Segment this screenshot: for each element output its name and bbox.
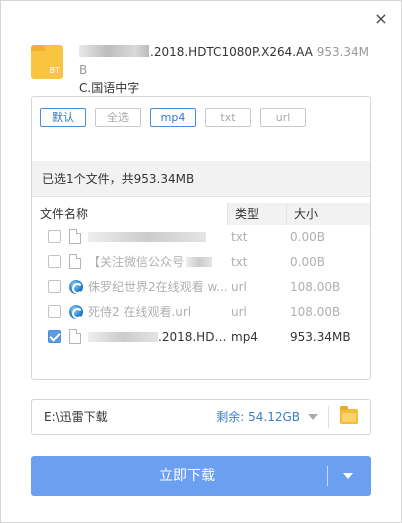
web-link-icon: [69, 280, 83, 294]
row-name: 侏罗纪世界2在线观看 w...: [88, 280, 228, 294]
doc-icon: [69, 229, 81, 244]
filter-mp4[interactable]: mp4: [150, 108, 196, 127]
column-header-name[interactable]: 文件名称: [40, 203, 88, 225]
row-size: 108.00B: [290, 305, 341, 319]
filter-default[interactable]: 默认: [40, 108, 86, 127]
doc-icon: [69, 329, 81, 344]
column-header-type[interactable]: 类型: [235, 203, 259, 225]
row-type: url: [231, 305, 247, 319]
row-type: txt: [231, 230, 248, 244]
row-size: 0.00B: [290, 230, 325, 244]
row-name: .2018.HDT...: [88, 325, 228, 349]
selection-summary: 已选1个文件，共953.34MB: [32, 161, 370, 197]
row-name: 【关注微信公众号: [88, 250, 228, 274]
torrent-name-line2: C.国语中字: [79, 81, 140, 95]
row-size: 0.00B: [290, 255, 325, 269]
redacted-text: [88, 232, 206, 242]
filter-txt[interactable]: txt: [205, 108, 251, 127]
row-type: mp4: [231, 330, 258, 344]
row-checkbox[interactable]: [48, 280, 61, 293]
download-options-icon[interactable]: [343, 473, 353, 479]
web-link-icon: [69, 305, 83, 319]
table-row[interactable]: 【关注微信公众号 txt 0.00B: [32, 250, 370, 274]
torrent-header: BT .2018.HDTC1080P.X264.AA 953.34MB C.国语…: [31, 43, 377, 95]
free-space: 剩余: 54.12GB: [216, 410, 300, 424]
table-row[interactable]: 死侍2 在线观看.url url 108.00B: [32, 300, 370, 324]
table-header: 文件名称 类型 大小: [32, 203, 370, 225]
download-now-button[interactable]: 立即下载: [31, 456, 371, 496]
bt-file-icon: BT: [31, 45, 63, 79]
bt-icon-label: BT: [49, 66, 60, 75]
folder-icon[interactable]: [340, 406, 358, 424]
row-checkbox[interactable]: [48, 330, 61, 343]
path-dropdown-icon[interactable]: [308, 414, 318, 420]
table-row[interactable]: .2018.HDT... mp4 953.34MB: [32, 325, 370, 349]
file-list-panel: 默认 全选 mp4 txt url 已选1个文件，共953.34MB 文件名称 …: [31, 96, 371, 380]
row-size: 953.34MB: [290, 330, 351, 344]
row-name: 死侍2 在线观看.url: [88, 305, 192, 319]
table-row[interactable]: 侏罗纪世界2在线观看 w... url 108.00B: [32, 275, 370, 299]
redacted-text: [88, 332, 158, 342]
download-dialog: × BT .2018.HDTC1080P.X264.AA 953.34MB C.…: [0, 0, 402, 523]
filter-url[interactable]: url: [260, 108, 306, 127]
torrent-name-suffix: .2018.HDTC1080P.X264.AA: [150, 45, 313, 59]
row-checkbox[interactable]: [48, 255, 61, 268]
save-path-field[interactable]: E:\迅雷下载 剩余: 54.12GB: [31, 399, 371, 435]
column-header-size[interactable]: 大小: [294, 203, 318, 225]
filter-select-all[interactable]: 全选: [95, 108, 141, 127]
row-checkbox[interactable]: [48, 230, 61, 243]
close-icon[interactable]: ×: [371, 9, 391, 29]
redacted-text: [186, 257, 213, 267]
download-label: 立即下载: [159, 468, 215, 484]
save-path[interactable]: E:\迅雷下载: [44, 400, 108, 434]
row-name: [88, 225, 228, 249]
row-checkbox[interactable]: [48, 305, 61, 318]
filter-bar: 默认 全选 mp4 txt url: [40, 108, 306, 127]
doc-icon: [69, 254, 81, 269]
row-type: txt: [231, 255, 248, 269]
row-size: 108.00B: [290, 280, 341, 294]
row-type: url: [231, 280, 247, 294]
table-row[interactable]: txt 0.00B: [32, 225, 370, 249]
redacted-text: [79, 45, 149, 57]
torrent-name: .2018.HDTC1080P.X264.AA 953.34MB C.国语中字: [79, 43, 375, 97]
